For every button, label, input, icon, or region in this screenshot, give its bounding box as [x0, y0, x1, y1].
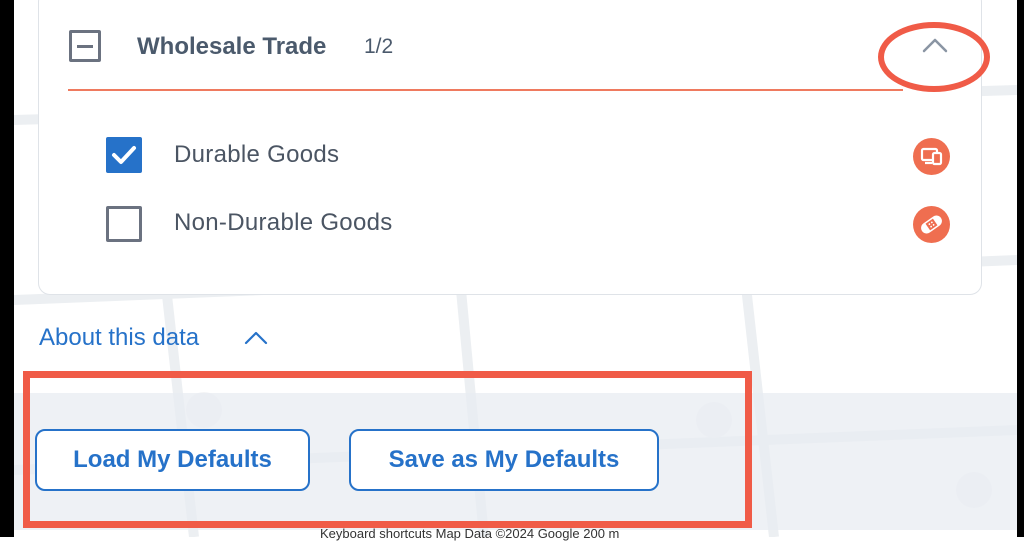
window-edge-left — [0, 0, 14, 537]
about-data-toggle[interactable]: About this data — [39, 324, 199, 352]
map-attribution: Keyboard shortcuts Map Data ©2024 Google… — [320, 526, 620, 541]
devices-icon — [913, 138, 950, 175]
durable-goods-checkbox[interactable] — [106, 137, 142, 173]
group-title: Wholesale Trade — [137, 33, 327, 60]
group-partial-checkbox[interactable] — [69, 30, 101, 62]
chevron-up-icon[interactable] — [243, 328, 269, 348]
non-durable-goods-label[interactable]: Non-Durable Goods — [174, 209, 393, 237]
checkmark-icon — [112, 146, 136, 164]
annotation-highlight-oval — [878, 22, 990, 92]
group-selection-count: 1/2 — [364, 35, 394, 58]
bandage-icon — [913, 206, 950, 243]
group-divider — [68, 89, 903, 91]
window-edge-right — [1017, 0, 1024, 537]
durable-goods-label[interactable]: Durable Goods — [174, 141, 339, 169]
non-durable-goods-checkbox[interactable] — [106, 206, 142, 242]
annotation-highlight-rect — [23, 371, 752, 528]
